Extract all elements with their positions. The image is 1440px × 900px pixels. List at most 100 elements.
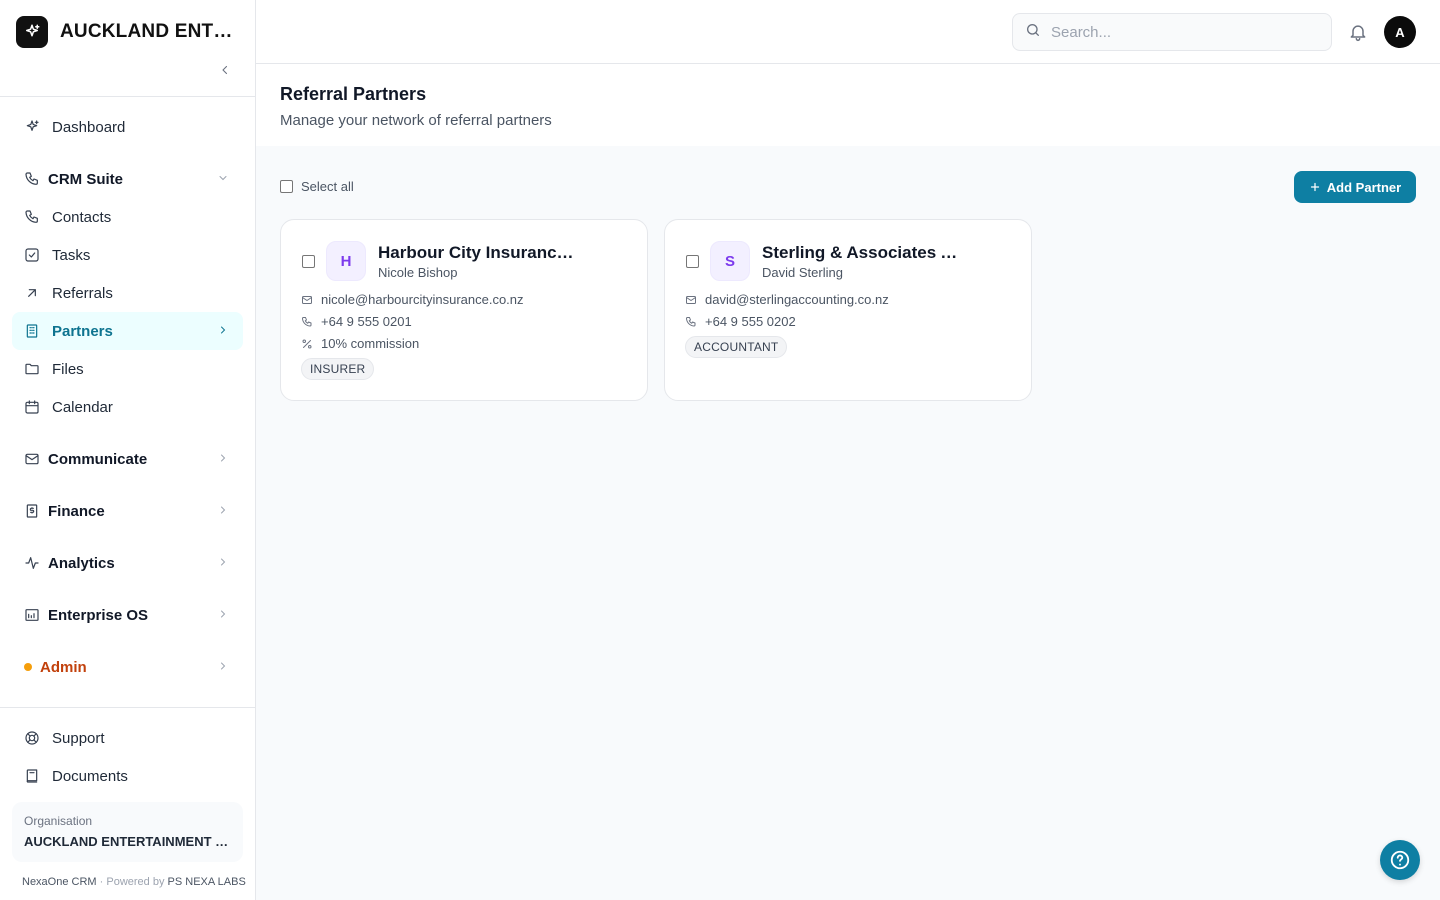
sidebar-group-label: Communicate (48, 450, 148, 468)
footer-powered-by: Powered by (106, 876, 165, 888)
phone-icon (685, 316, 697, 328)
org-label: Organisation (24, 814, 93, 828)
user-avatar[interactable]: A (1384, 16, 1416, 48)
partner-commission-row: 10% commission (301, 336, 419, 351)
partner-email-row: david@sterlingaccounting.co.nz (685, 292, 889, 307)
sidebar-group-label: Admin (40, 658, 87, 676)
admin-dot-icon (24, 663, 32, 671)
mail-icon (685, 294, 697, 306)
factory-icon (24, 607, 40, 623)
book-icon (24, 768, 40, 784)
partner-phone-row: +64 9 555 0201 (301, 314, 412, 329)
brand[interactable]: AUCKLAND ENTERTAINMENT CO (16, 16, 240, 48)
sidebar-item-label: Referrals (52, 284, 113, 302)
partner-name[interactable]: Sterling & Associates Accounting (762, 243, 962, 263)
partner-card[interactable]: H Harbour City Insurance Ltd Nicole Bish… (280, 219, 648, 401)
sidebar-item-label: Tasks (52, 246, 91, 264)
plus-icon (1310, 182, 1319, 192)
sidebar-item-label: Files (52, 360, 84, 378)
phone-icon (301, 316, 313, 328)
sidebar-group-communicate[interactable]: Communicate (12, 440, 243, 478)
sidebar-item-label: Partners (52, 322, 113, 340)
sidebar-item-label: Calendar (52, 398, 113, 416)
page-title: Referral Partners (280, 84, 427, 104)
add-partner-label: Add Partner (1326, 179, 1402, 195)
sidebar-group-enterprise-os[interactable]: Enterprise OS (12, 596, 243, 634)
sidebar-item-partners[interactable]: Partners (12, 312, 243, 350)
brand-name: AUCKLAND ENTERTAINMENT CO (60, 21, 240, 42)
select-all-label: Select all (301, 179, 354, 194)
collapse-sidebar-button[interactable] (216, 61, 234, 79)
partner-name[interactable]: Harbour City Insurance Ltd (378, 243, 578, 263)
sidebar-item-label: Contacts (52, 208, 112, 226)
sidebar-item-referrals[interactable]: Referrals (12, 274, 243, 312)
notifications-bell-icon[interactable] (1348, 22, 1368, 42)
add-partner-button[interactable]: Add Partner (1294, 171, 1416, 203)
search-icon (1025, 22, 1041, 43)
sidebar-item-label: Documents (52, 767, 128, 785)
sparkles-icon (16, 16, 48, 48)
sidebar-item-contacts[interactable]: Contacts (12, 198, 243, 236)
partner-contact-name: David Sterling (762, 265, 843, 280)
partner-card[interactable]: S Sterling & Associates Accounting David… (664, 219, 1032, 401)
footer-separator: · (99, 876, 104, 888)
partner-phone[interactable]: +64 9 555 0202 (705, 314, 796, 329)
sidebar: AUCKLAND ENTERTAINMENT CO Dashboard CRM … (0, 0, 256, 900)
search-input[interactable] (1051, 23, 1311, 41)
help-circle-icon (1390, 850, 1410, 870)
partner-email[interactable]: david@sterlingaccounting.co.nz (705, 292, 889, 307)
sidebar-item-dashboard[interactable]: Dashboard (12, 108, 243, 146)
partner-initial-avatar: H (326, 241, 366, 281)
select-all-control[interactable]: Select all (280, 179, 354, 194)
footer-app-name: NexaOne CRM (22, 876, 97, 888)
partner-type-badge: INSURER (301, 358, 375, 380)
checkbox-icon (24, 247, 40, 263)
life-buoy-icon (24, 730, 40, 746)
help-button[interactable] (1380, 840, 1420, 880)
sidebar-item-tasks[interactable]: Tasks (12, 236, 243, 274)
chevron-right-icon (221, 662, 226, 670)
chevron-right-icon (221, 326, 226, 334)
sidebar-divider (0, 707, 255, 708)
partner-checkbox[interactable] (302, 255, 315, 268)
top-header: A (256, 0, 1440, 64)
search-box[interactable] (1012, 13, 1332, 51)
partner-initial-avatar: S (710, 241, 750, 281)
sidebar-group-admin[interactable]: Admin (12, 648, 243, 686)
partner-phone-row: +64 9 555 0202 (685, 314, 796, 329)
sidebar-item-calendar[interactable]: Calendar (12, 388, 243, 426)
phone-icon (24, 171, 40, 187)
sidebar-item-documents[interactable]: Documents (12, 757, 243, 795)
partner-commission: 10% commission (321, 336, 420, 351)
chevron-right-icon (221, 454, 226, 462)
partner-checkbox[interactable] (686, 255, 699, 268)
mail-icon (24, 451, 40, 467)
sparkles-icon (24, 119, 40, 135)
sidebar-group-analytics[interactable]: Analytics (12, 544, 243, 582)
phone-icon (24, 209, 40, 225)
sidebar-group-crm-suite[interactable]: CRM Suite (12, 160, 243, 198)
sidebar-item-label: Dashboard (52, 118, 126, 136)
sidebar-item-files[interactable]: Files (12, 350, 243, 388)
sidebar-item-support[interactable]: Support (12, 719, 243, 757)
chevron-down-icon (219, 176, 227, 181)
organisation-switcher[interactable]: Organisation AUCKLAND ENTERTAINMENT COMP… (12, 802, 243, 862)
chevron-right-icon (221, 506, 226, 514)
percent-icon (301, 338, 313, 350)
footer-company: PS NEXA LABS (167, 876, 246, 888)
activity-icon (24, 555, 40, 571)
page-header: Referral Partners Manage your network of… (256, 64, 1440, 146)
sidebar-group-finance[interactable]: Finance (12, 492, 243, 530)
partner-email-row: nicole@harbourcityinsurance.co.nz (301, 292, 524, 307)
page-subtitle: Manage your network of referral partners (280, 112, 552, 129)
partner-type-badge: ACCOUNTANT (685, 336, 788, 358)
partner-email[interactable]: nicole@harbourcityinsurance.co.nz (321, 292, 524, 307)
sidebar-group-label: Analytics (48, 554, 115, 572)
partner-phone[interactable]: +64 9 555 0201 (321, 314, 412, 329)
sidebar-group-label: Finance (48, 502, 105, 520)
receipt-icon (24, 503, 40, 519)
select-all-checkbox[interactable] (280, 180, 293, 193)
sidebar-item-label: Support (52, 729, 105, 747)
sidebar-divider (0, 96, 255, 97)
sidebar-group-label: Enterprise OS (48, 606, 149, 624)
